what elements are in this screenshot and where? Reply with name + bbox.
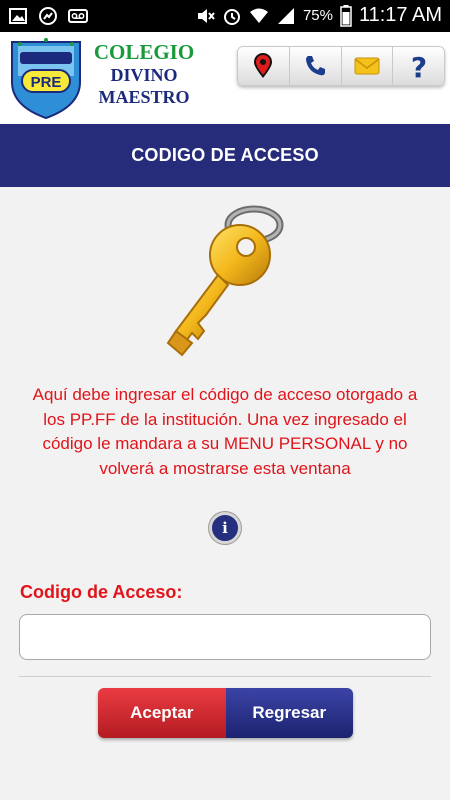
school-name-line1: COLEGIO [93,40,195,64]
info-icon[interactable]: i [209,512,241,544]
app-header: PRE COLEGIO DIVINO MAESTRO ? [0,32,450,124]
location-button[interactable] [238,47,290,85]
school-name-line2: DIVINO [110,65,178,85]
page-title: CODIGO DE ACCESO [0,124,450,187]
email-button[interactable] [341,47,394,85]
accept-button[interactable]: Aceptar [98,688,226,738]
clock: 11:17 AM [358,4,442,26]
mute-icon [197,8,215,23]
wifi-icon [249,8,268,23]
battery-icon [340,4,352,27]
back-button[interactable]: Regresar [225,688,353,738]
cell-signal-icon [277,7,294,24]
help-icon: ? [411,52,427,80]
location-pin-icon [254,53,273,78]
action-buttons: Aceptar Regresar [98,688,353,738]
key-icon [166,205,284,357]
signal-icon [39,7,57,25]
alarm-icon [223,8,240,25]
battery-percent: 75% [302,7,333,24]
access-code-input[interactable] [19,614,431,660]
svg-text:?: ? [411,52,427,80]
instruction-text: Aquí debe ingresar el código de acceso o… [32,385,418,478]
phone-button[interactable] [289,47,342,85]
svg-text:PRE: PRE [31,74,62,91]
school-name-line3: MAESTRO [98,87,190,107]
gallery-icon [9,8,27,24]
school-logo: PRE [11,38,81,120]
divider [19,676,431,677]
access-code-label: Codigo de Acceso: [20,582,183,602]
phone-icon [306,56,326,76]
help-button[interactable]: ? [393,47,444,85]
status-bar: 75% 11:17 AM [0,0,450,32]
voicemail-icon [68,9,88,23]
header-actions: ? [237,46,445,86]
school-name: COLEGIO DIVINO MAESTRO [88,40,200,108]
envelope-icon [354,57,380,75]
